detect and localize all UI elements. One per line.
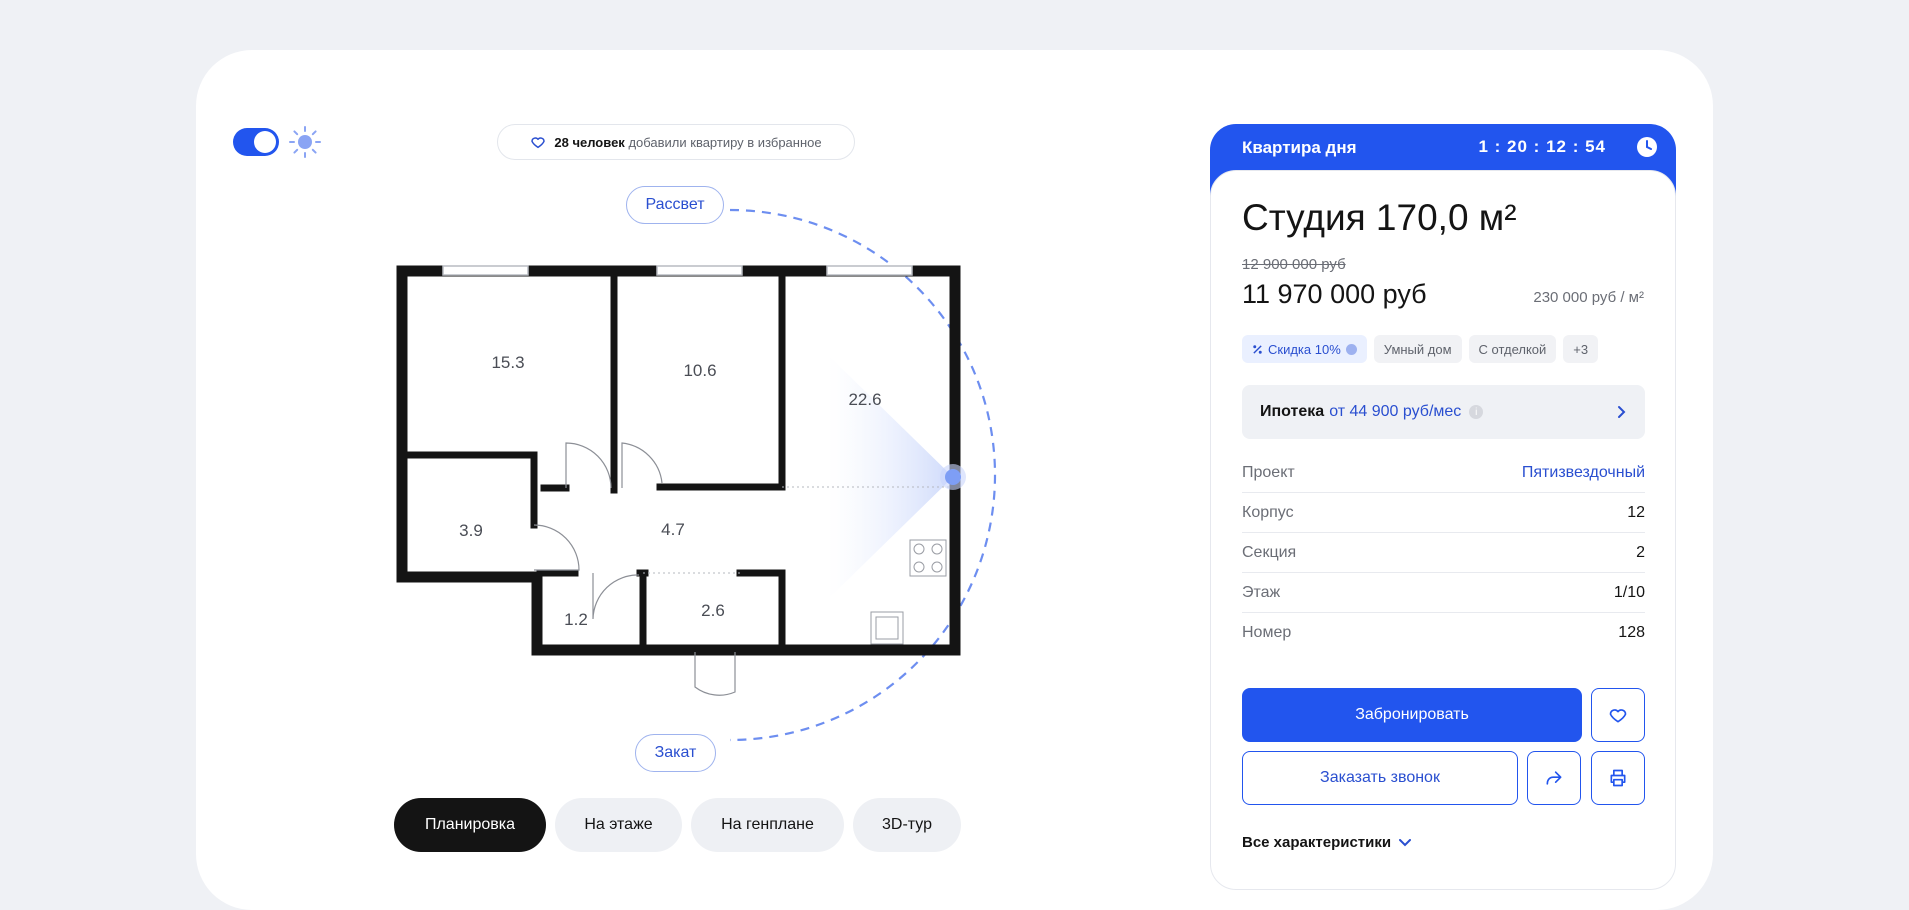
spec-key: Этаж	[1242, 583, 1281, 601]
tab-site-plan[interactable]: На генплане	[691, 798, 844, 852]
room-area-1: 15.3	[491, 353, 524, 372]
room-area-5: 4.7	[661, 520, 685, 539]
request-call-button[interactable]: Заказать звонок	[1242, 751, 1518, 805]
old-price: 12 900 000 руб	[1242, 256, 1346, 273]
chevron-down-icon	[1399, 838, 1412, 846]
spec-row-project: Проект Пятизвездочный	[1242, 453, 1645, 493]
room-area-3: 22.6	[848, 390, 881, 409]
favorites-info: 28 человек добавили квартиру в избранное	[497, 124, 855, 160]
spec-value: 2	[1636, 543, 1645, 561]
apartment-title: Студия 170,0 м²	[1242, 197, 1517, 238]
sunset-label[interactable]: Закат	[635, 734, 716, 772]
book-button[interactable]: Забронировать	[1242, 688, 1582, 742]
favorites-text: добавили квартиру в избранное	[628, 134, 822, 150]
room-area-7: 2.6	[701, 601, 725, 620]
toggle-knob	[254, 131, 276, 153]
project-link[interactable]: Пятизвездочный	[1522, 464, 1645, 482]
spec-value: 1/10	[1613, 583, 1645, 601]
countdown-timer: 1 : 20 : 12 : 54	[1478, 137, 1606, 156]
spec-row-floor: Этаж 1/10	[1242, 573, 1645, 613]
info-icon[interactable]	[1345, 343, 1357, 355]
clock-icon	[1637, 137, 1657, 157]
favorite-button[interactable]	[1591, 688, 1645, 742]
mortgage-value: от 44 900 руб/мес	[1329, 403, 1462, 420]
spec-key: Секция	[1242, 543, 1297, 561]
view-tabs: Планировка На этаже На генплане 3D-тур	[394, 798, 961, 852]
sunrise-label[interactable]: Рассвет	[626, 186, 724, 224]
spec-key: Номер	[1242, 623, 1292, 641]
tab-3d-tour[interactable]: 3D-тур	[853, 798, 961, 852]
heart-icon	[531, 137, 546, 149]
chip-discount[interactable]: Скидка 10%	[1242, 335, 1367, 363]
chip-finishing[interactable]: С отделкой	[1468, 335, 1557, 363]
mortgage-label: Ипотека	[1260, 403, 1325, 420]
room-area-2: 10.6	[683, 361, 716, 380]
spec-key: Корпус	[1242, 503, 1294, 521]
sun-icon[interactable]	[287, 124, 323, 160]
heart-icon	[1609, 709, 1627, 723]
all-characteristics-link[interactable]: Все характеристики	[1242, 834, 1412, 851]
feature-chips: Скидка 10% Умный дом С отделкой +3	[1242, 335, 1599, 363]
tab-on-floor[interactable]: На этаже	[555, 798, 682, 852]
sun-marker[interactable]	[945, 469, 961, 485]
info-icon[interactable]: i	[1469, 405, 1484, 419]
spec-value: 12	[1627, 503, 1645, 521]
spec-row-building: Корпус 12	[1242, 493, 1645, 533]
percent-icon	[1253, 344, 1262, 354]
current-price: 11 970 000 руб	[1242, 279, 1427, 309]
price-per-meter: 230 000 руб / м²	[1533, 289, 1644, 306]
room-area-6: 1.2	[564, 610, 588, 629]
share-icon	[1546, 771, 1562, 785]
print-button[interactable]	[1591, 751, 1645, 805]
chip-more[interactable]: +3	[1563, 335, 1599, 363]
favorites-count: 28 человек	[554, 134, 625, 150]
apartment-panel: Студия 170,0 м² 12 900 000 руб 11 970 00…	[1210, 170, 1676, 890]
chip-discount-label: Скидка 10%	[1268, 341, 1341, 357]
specs-table: Проект Пятизвездочный Корпус 12 Секция 2…	[1242, 453, 1645, 652]
tab-layout[interactable]: Планировка	[394, 798, 546, 852]
spec-row-number: Номер 128	[1242, 613, 1645, 652]
header-title: Квартира дня	[1242, 138, 1357, 157]
printer-icon	[1610, 769, 1626, 787]
chip-smart-home[interactable]: Умный дом	[1373, 335, 1462, 363]
spec-row-section: Секция 2	[1242, 533, 1645, 573]
room-area-4: 3.9	[459, 521, 483, 540]
mortgage-row[interactable]: Ипотека от 44 900 руб/мес i	[1242, 385, 1645, 439]
all-characteristics-label: Все характеристики	[1242, 834, 1392, 851]
spec-value: 128	[1618, 623, 1645, 641]
spec-key: Проект	[1242, 463, 1295, 481]
theme-toggle[interactable]	[233, 128, 279, 156]
chevron-right-icon	[1618, 406, 1626, 418]
share-button[interactable]	[1527, 751, 1581, 805]
floorplan: 15.3 10.6 22.6 3.9 4.7 1.2 2.6	[396, 208, 997, 742]
